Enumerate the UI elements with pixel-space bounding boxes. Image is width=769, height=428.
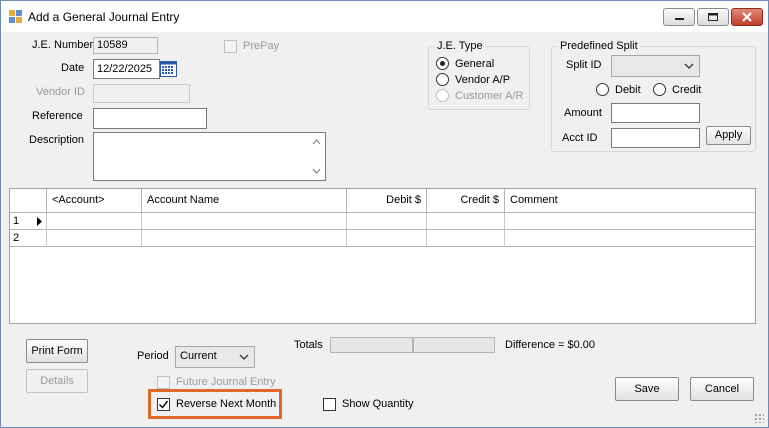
- show-quantity-label: Show Quantity: [342, 398, 414, 410]
- grid-cell[interactable]: [427, 230, 505, 247]
- date-label: Date: [61, 62, 85, 74]
- row-pointer-icon: [37, 217, 42, 226]
- split-credit-label: Credit: [672, 84, 702, 96]
- je-type-customer-ar-radio[interactable]: [436, 89, 449, 102]
- show-quantity-checkbox[interactable]: [323, 398, 336, 411]
- date-field[interactable]: 12/22/2025: [93, 59, 160, 79]
- future-je-checkbox[interactable]: [157, 376, 170, 389]
- minimize-icon: [675, 18, 684, 20]
- details-button[interactable]: Details: [26, 369, 88, 393]
- period-value: Current: [180, 350, 217, 362]
- print-form-button[interactable]: Print Form: [26, 339, 88, 363]
- totals-label: Totals: [294, 339, 323, 351]
- reference-field[interactable]: [93, 108, 207, 129]
- close-icon: [742, 12, 752, 22]
- amount-field[interactable]: [611, 103, 700, 123]
- je-number-field: 10589: [93, 37, 158, 54]
- grid-header-debit[interactable]: Debit $: [347, 189, 427, 213]
- grid-cell[interactable]: [142, 230, 347, 247]
- window-title: Add a General Journal Entry: [28, 10, 180, 24]
- period-dropdown[interactable]: Current: [175, 346, 255, 368]
- reverse-next-month-checkbox[interactable]: [157, 398, 170, 411]
- description-label: Description: [29, 134, 85, 146]
- je-type-customer-ar-label: Customer A/R: [455, 90, 524, 102]
- chevron-down-icon: [239, 354, 249, 360]
- grid-cell[interactable]: [505, 213, 755, 230]
- grid-header-account-name[interactable]: Account Name: [142, 189, 347, 213]
- size-grip-icon[interactable]: [754, 413, 764, 423]
- grid-row-header[interactable]: 1: [10, 213, 47, 230]
- maximize-icon: [708, 13, 718, 21]
- grid-header-comment[interactable]: Comment: [505, 189, 755, 213]
- minimize-button[interactable]: [663, 8, 695, 26]
- credit-total-field: [413, 337, 495, 353]
- calendar-icon: [160, 61, 177, 77]
- acct-id-field[interactable]: [611, 128, 700, 148]
- date-picker-button[interactable]: [159, 59, 178, 79]
- title-bar: Add a General Journal Entry: [1, 1, 768, 32]
- je-type-vendor-ap-label: Vendor A/P: [455, 74, 511, 86]
- predefined-split-title: Predefined Split: [558, 40, 640, 52]
- je-number-label: J.E. Number: [32, 39, 94, 51]
- grid-cell[interactable]: [47, 230, 142, 247]
- future-je-label: Future Journal Entry: [176, 376, 276, 388]
- period-label: Period: [137, 350, 169, 362]
- je-type-general-label: General: [455, 58, 495, 70]
- debit-total-field: [330, 337, 413, 353]
- grid-row-header[interactable]: 2: [10, 230, 47, 247]
- acct-id-label: Acct ID: [562, 132, 598, 144]
- vendor-id-label: Vendor ID: [36, 86, 85, 98]
- grid-cell[interactable]: [47, 213, 142, 230]
- description-scrollbar[interactable]: [308, 133, 325, 180]
- reverse-next-month-label: Reverse Next Month: [176, 398, 277, 410]
- journal-lines-grid[interactable]: <Account> Account Name Debit $ Credit $ …: [9, 188, 756, 324]
- reference-label: Reference: [32, 110, 83, 122]
- grid-cell[interactable]: [347, 213, 427, 230]
- save-button[interactable]: Save: [615, 377, 679, 401]
- je-type-vendor-ap-radio[interactable]: [436, 73, 449, 86]
- split-id-dropdown[interactable]: [611, 55, 700, 77]
- grid-cell[interactable]: [142, 213, 347, 230]
- prepay-label: PrePay: [243, 40, 280, 52]
- grid-cell[interactable]: [427, 213, 505, 230]
- grid-corner-header: [10, 189, 47, 213]
- vendor-id-field[interactable]: [93, 84, 190, 103]
- row-number: 2: [13, 232, 20, 244]
- cancel-button[interactable]: Cancel: [690, 377, 754, 401]
- apply-button[interactable]: Apply: [706, 126, 751, 145]
- grid-header-account[interactable]: <Account>: [47, 189, 142, 213]
- split-id-label: Split ID: [566, 59, 602, 71]
- difference-label: Difference = $0.00: [505, 339, 595, 351]
- checkmark-icon: [158, 400, 169, 409]
- split-debit-label: Debit: [615, 84, 641, 96]
- je-type-general-radio[interactable]: [436, 57, 449, 70]
- grid-cell[interactable]: [505, 230, 755, 247]
- split-credit-radio[interactable]: [653, 83, 666, 96]
- je-type-title: J.E. Type: [435, 40, 485, 52]
- split-debit-radio[interactable]: [596, 83, 609, 96]
- journal-entry-window: Add a General Journal Entry J.E. Number …: [0, 0, 769, 428]
- prepay-checkbox[interactable]: [224, 40, 237, 53]
- grid-cell[interactable]: [347, 230, 427, 247]
- grid-header-credit[interactable]: Credit $: [427, 189, 505, 213]
- row-number: 1: [13, 215, 20, 227]
- chevron-down-icon: [684, 63, 694, 69]
- app-icon: [9, 10, 23, 24]
- close-button[interactable]: [731, 8, 763, 26]
- amount-label: Amount: [564, 107, 602, 119]
- scroll-arrows-icon: [312, 139, 321, 174]
- description-field[interactable]: [93, 132, 326, 181]
- maximize-button[interactable]: [697, 8, 729, 26]
